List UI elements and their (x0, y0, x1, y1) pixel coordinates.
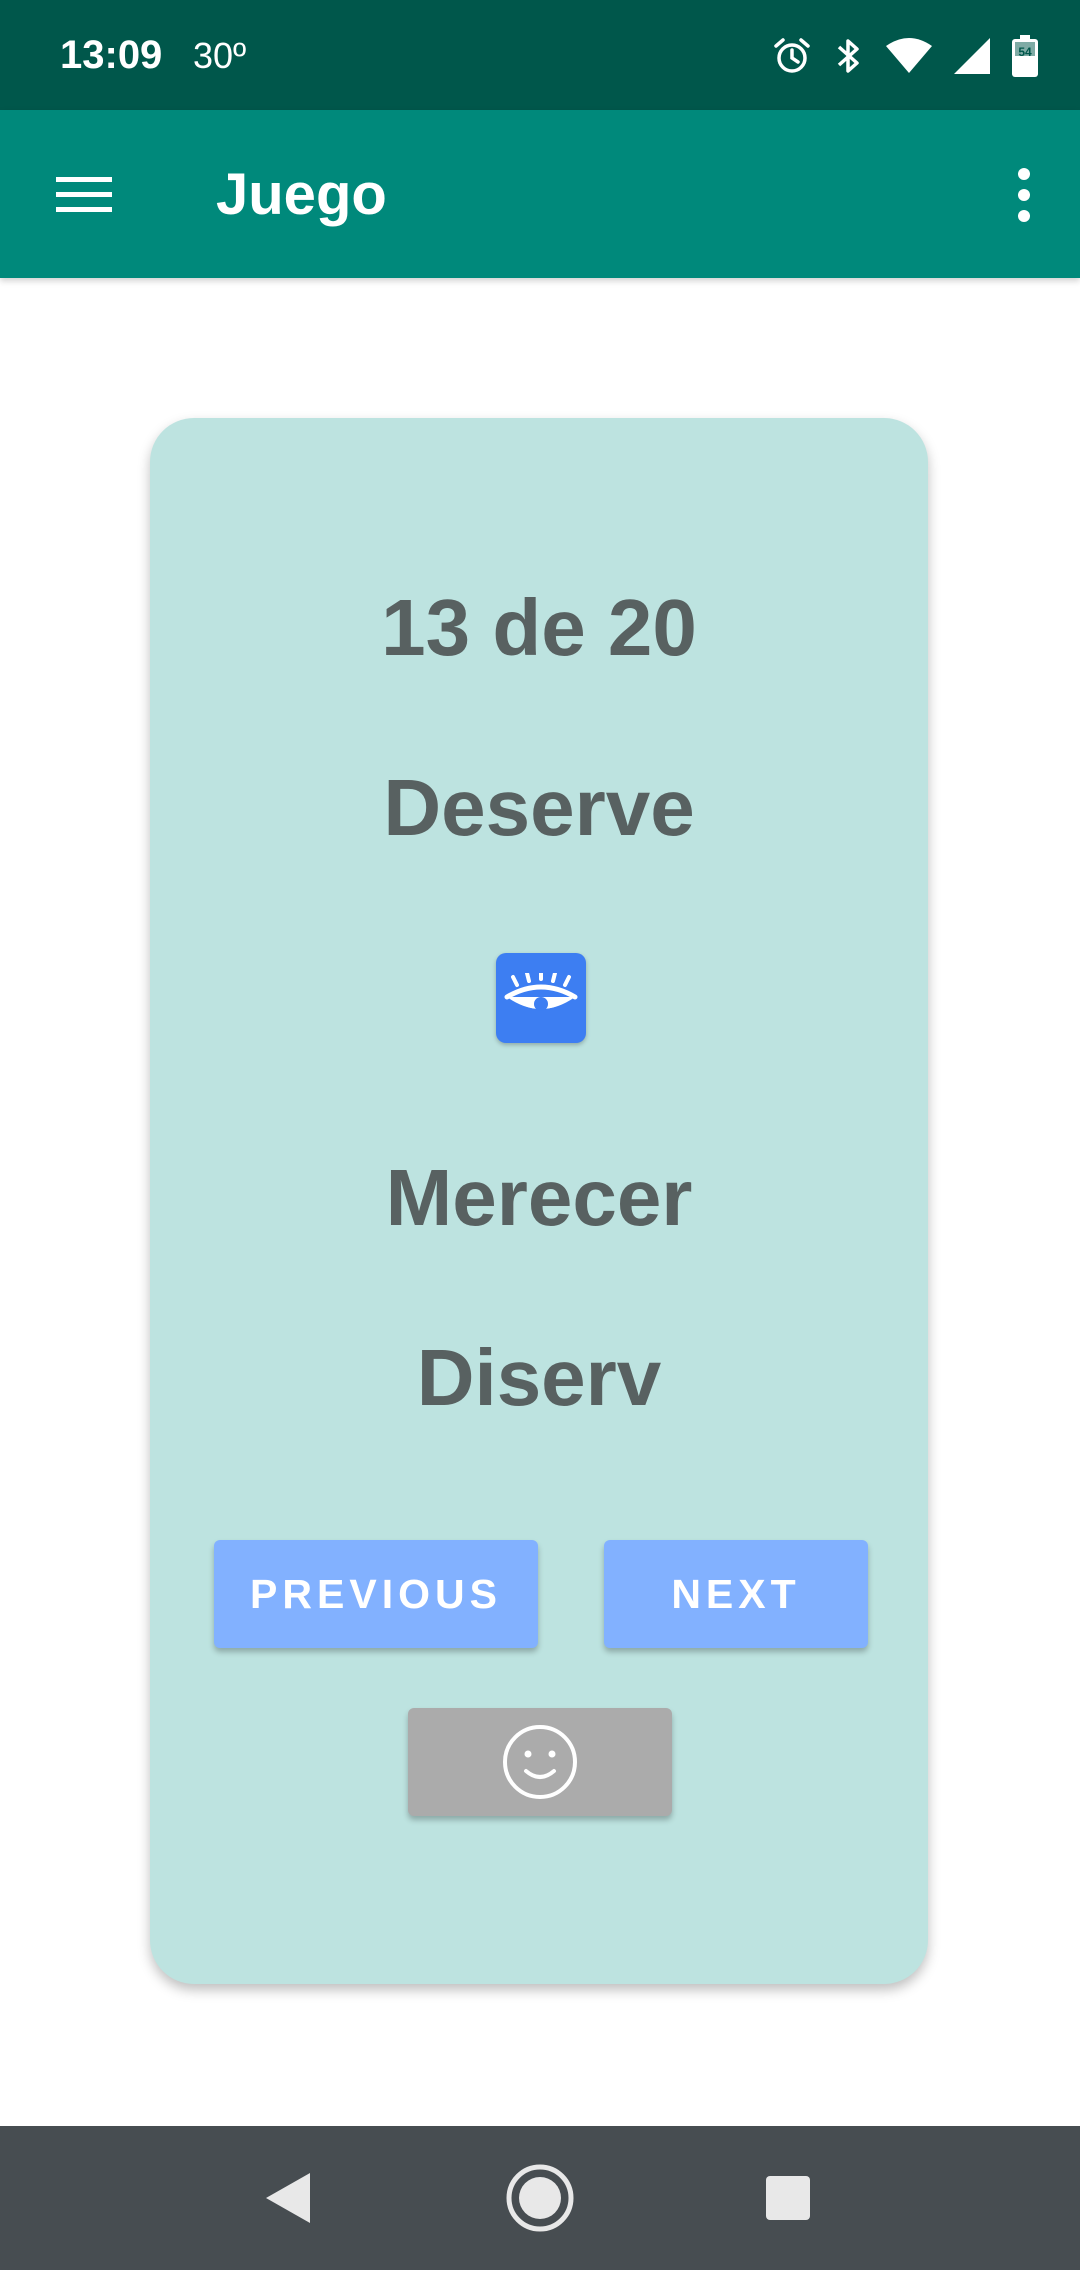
reveal-button[interactable] (496, 953, 586, 1043)
flashcard: 13 de 20 Deserve Merecer Diserv PREVIOUS… (150, 418, 928, 1984)
alarm-icon (772, 36, 812, 76)
status-temperature: 30º (193, 35, 247, 76)
next-button[interactable]: NEXT (604, 1540, 868, 1648)
progress-counter: 13 de 20 (381, 583, 697, 672)
english-word: Deserve (383, 763, 695, 852)
battery-level: 54 (1018, 45, 1032, 59)
bluetooth-icon (834, 36, 864, 76)
app-bar: Juego (0, 110, 1080, 278)
translation: Merecer (385, 1153, 693, 1242)
smiley-face-icon (503, 1725, 577, 1799)
smiley-button[interactable] (408, 1708, 672, 1816)
home-icon[interactable] (504, 2162, 576, 2234)
hamburger-menu-icon[interactable] (56, 175, 112, 215)
wifi-icon (886, 38, 932, 74)
recents-icon[interactable] (752, 2162, 824, 2234)
back-icon[interactable] (252, 2162, 324, 2234)
phonetic-spelling: Diserv (416, 1333, 662, 1422)
system-nav-bar (0, 2126, 1080, 2270)
status-bar: 13:09 30º 54 (0, 0, 1080, 110)
status-time: 13:09 (60, 33, 163, 77)
status-icons: 54 (772, 32, 1038, 80)
cell-signal-icon (954, 38, 990, 74)
battery-icon: 54 (1012, 35, 1038, 77)
app-title: Juego (216, 162, 387, 227)
previous-button[interactable]: PREVIOUS (214, 1540, 538, 1648)
more-vert-icon[interactable] (1012, 166, 1036, 224)
eye-icon (504, 973, 578, 1011)
